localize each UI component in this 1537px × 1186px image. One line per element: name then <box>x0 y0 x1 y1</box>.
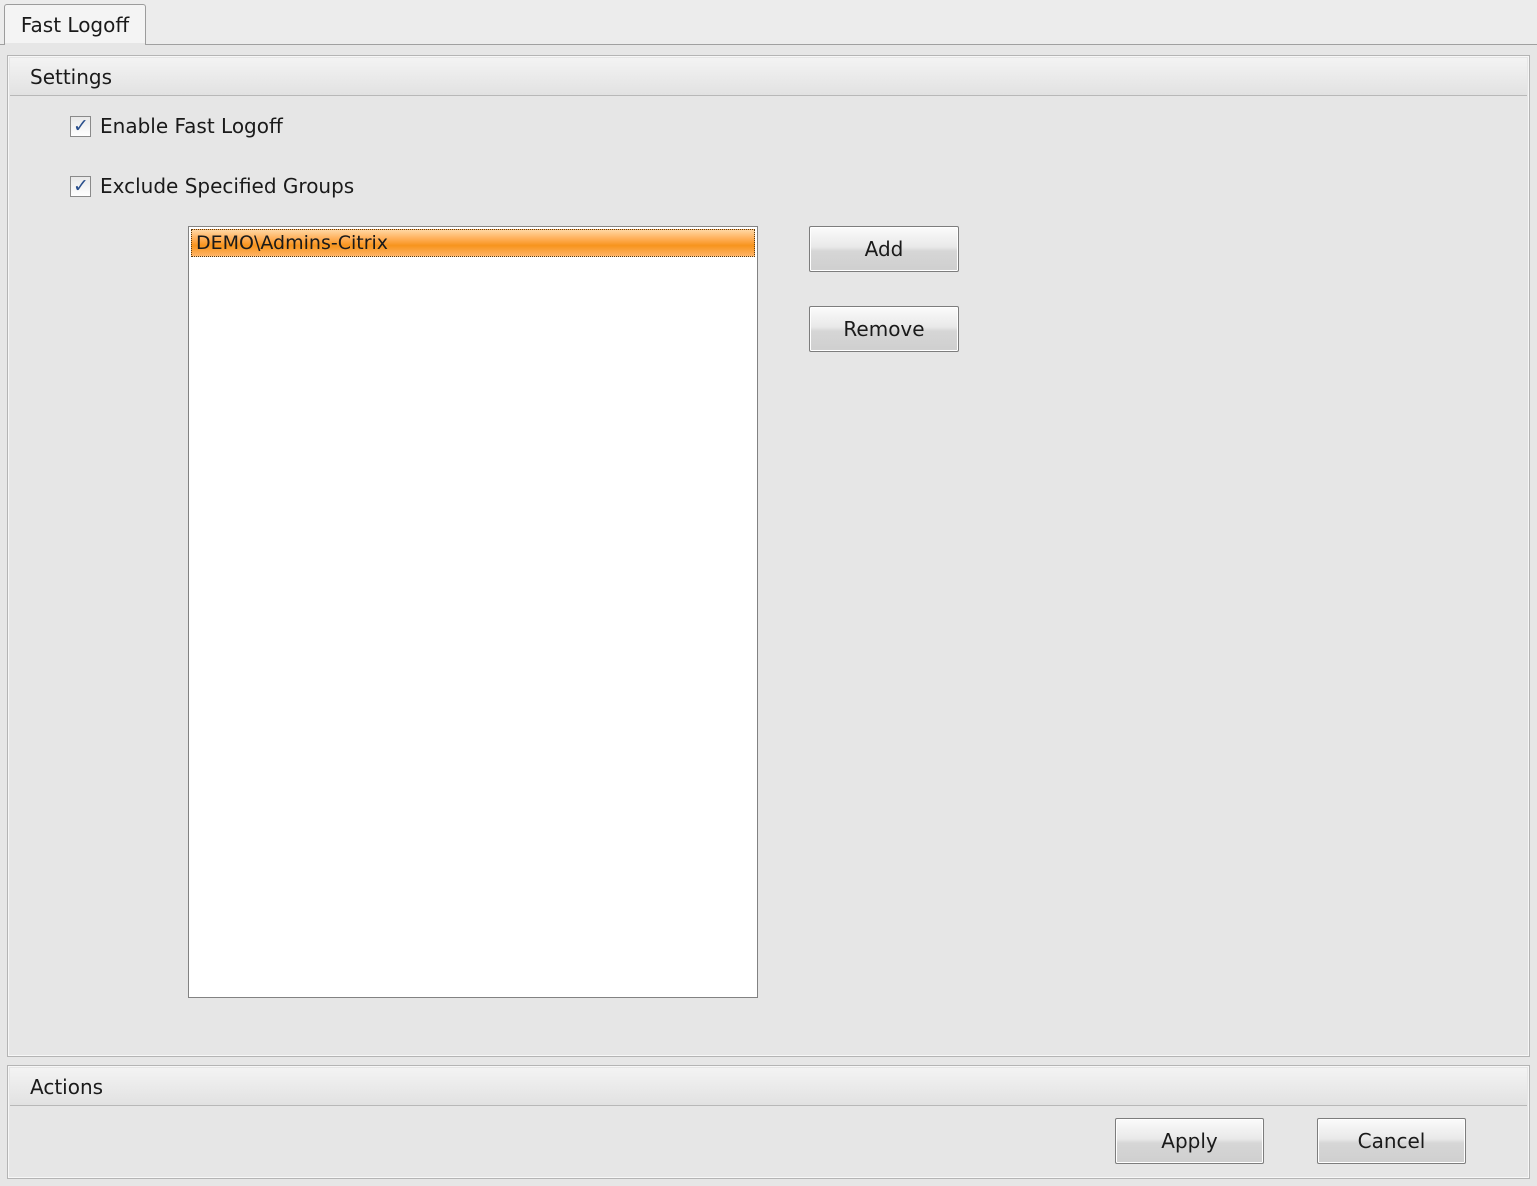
enable-fast-logoff-checkbox[interactable]: ✓ <box>70 114 91 137</box>
checkmark-icon: ✓ <box>73 114 89 137</box>
actions-group: Actions Apply Cancel <box>7 1065 1530 1179</box>
settings-header: Settings <box>10 58 1527 96</box>
exclude-groups-label: Exclude Specified Groups <box>100 174 355 198</box>
excluded-groups-listbox[interactable]: DEMO\Admins-Citrix <box>188 226 758 998</box>
enable-fast-logoff-label: Enable Fast Logoff <box>100 114 283 138</box>
checkmark-icon: ✓ <box>73 174 89 197</box>
add-button[interactable]: Add <box>809 226 959 272</box>
list-item[interactable]: DEMO\Admins-Citrix <box>191 229 755 257</box>
cancel-button[interactable]: Cancel <box>1317 1118 1466 1164</box>
exclude-groups-checkbox[interactable]: ✓ <box>70 174 91 197</box>
remove-button[interactable]: Remove <box>809 306 959 352</box>
actions-header: Actions <box>10 1068 1527 1106</box>
exclude-groups-row[interactable]: ✓ Exclude Specified Groups <box>70 173 354 199</box>
tab-strip: Fast Logoff <box>0 0 1537 45</box>
enable-fast-logoff-row[interactable]: ✓ Enable Fast Logoff <box>70 113 283 139</box>
fast-logoff-window: Fast Logoff Settings ✓ Enable Fast Logof… <box>0 0 1537 1186</box>
tab-fast-logoff[interactable]: Fast Logoff <box>4 4 146 45</box>
apply-button[interactable]: Apply <box>1115 1118 1264 1164</box>
